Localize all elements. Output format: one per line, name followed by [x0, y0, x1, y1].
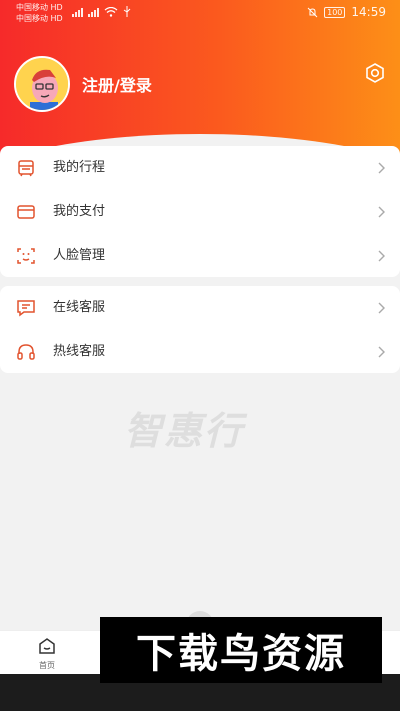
menu-item-online-service[interactable]: 在线客服	[0, 286, 400, 330]
menu-card-account: 我的行程 我的支付 人脸管理	[0, 146, 400, 277]
profile-header: 中国移动 HD 中国移动 HD 100 14:59 注册/登录	[0, 0, 400, 160]
signal-icon-2	[88, 7, 99, 17]
chat-message-icon	[17, 300, 35, 317]
menu-item-face-management[interactable]: 人脸管理	[0, 234, 400, 278]
itinerary-icon	[18, 160, 34, 177]
signal-group	[72, 6, 131, 17]
battery-icon: 100	[324, 6, 346, 18]
profile-row[interactable]: 注册/登录	[14, 56, 152, 112]
menu-label: 在线客服	[53, 300, 106, 315]
nav-home-tab[interactable]: 首页	[24, 637, 70, 671]
chevron-right-icon	[378, 302, 385, 314]
menu-card-service: 在线客服 热线客服	[0, 286, 400, 373]
settings-hexagon-icon[interactable]	[364, 62, 386, 84]
headset-icon	[17, 344, 35, 360]
status-right: 100 14:59	[307, 5, 386, 19]
carrier-2: 中国移动 HD	[16, 14, 63, 23]
menu-label: 热线客服	[53, 344, 106, 359]
carrier-1: 中国移动 HD	[16, 3, 63, 12]
menu-item-hotline-service[interactable]: 热线客服	[0, 330, 400, 374]
menu-label: 我的支付	[53, 204, 106, 219]
chevron-right-icon	[378, 162, 385, 174]
download-overlay-banner: 下载鸟资源	[100, 617, 382, 683]
menu-label: 我的行程	[53, 160, 106, 175]
brand-watermark: 智惠行	[124, 409, 245, 453]
status-time: 14:59	[351, 5, 386, 19]
menu-item-payment[interactable]: 我的支付	[0, 190, 400, 234]
avatar[interactable]	[14, 56, 70, 112]
chevron-right-icon	[378, 346, 385, 358]
wifi-icon	[104, 7, 118, 17]
chevron-right-icon	[378, 206, 385, 218]
usb-icon	[123, 6, 131, 17]
face-scan-icon	[17, 248, 35, 264]
menu-label: 人脸管理	[53, 248, 106, 263]
status-bar: 中国移动 HD 中国移动 HD 100 14:59	[0, 0, 400, 26]
home-icon	[39, 638, 55, 654]
mute-icon	[307, 7, 318, 17]
nav-home-label: 首页	[39, 661, 55, 670]
menu-item-itinerary[interactable]: 我的行程	[0, 146, 400, 190]
chevron-right-icon	[378, 250, 385, 262]
signal-icon	[72, 7, 83, 17]
payment-card-icon	[17, 205, 35, 219]
carrier-info: 中国移动 HD 中国移动 HD	[16, 2, 63, 24]
login-register-link[interactable]: 注册/登录	[82, 72, 152, 96]
